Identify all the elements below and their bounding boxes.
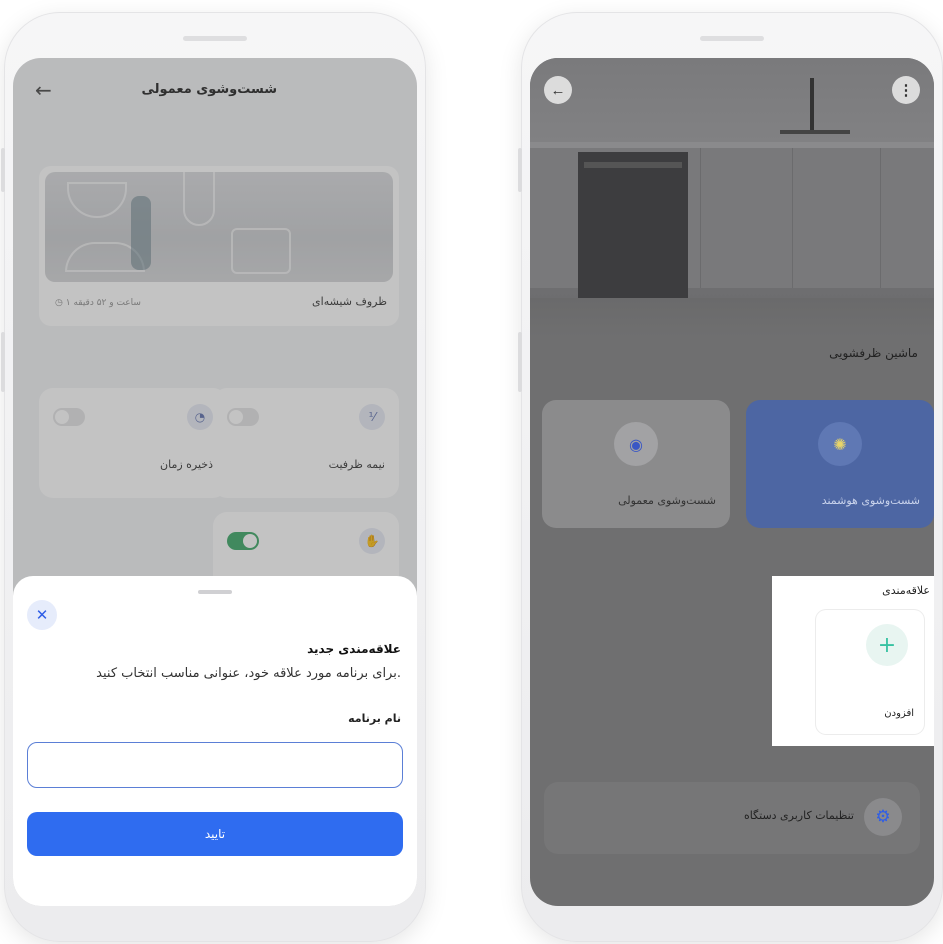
program-details-screen: ← شست‌وشوی معمولی ظروف شیشه‌ای ◷ ۱ ساعت … bbox=[13, 58, 417, 906]
program-name-input[interactable] bbox=[27, 742, 403, 788]
confirm-button[interactable]: تایید bbox=[27, 812, 403, 856]
dishwasher-image bbox=[578, 152, 688, 302]
phone-side-button bbox=[518, 332, 522, 392]
dishwasher-screen: ← ⋮ ماشین ظرفشویی ✺ شست‌وشوی هوشمند ◉ شس… bbox=[530, 58, 934, 906]
smart-bulb-icon: ✺ bbox=[818, 422, 862, 466]
arrow-left-icon: ← bbox=[550, 81, 566, 99]
wash-icon: ◉ bbox=[614, 422, 658, 466]
sheet-drag-handle[interactable] bbox=[198, 590, 232, 594]
add-favorite-card[interactable]: + افزودن bbox=[816, 610, 924, 734]
close-icon: ✕ bbox=[35, 607, 49, 624]
phone-side-button bbox=[518, 148, 522, 192]
phone-right: ← ⋮ ماشین ظرفشویی ✺ شست‌وشوی هوشمند ◉ شس… bbox=[518, 12, 943, 942]
menu-button[interactable]: ⋮ bbox=[892, 76, 920, 104]
phone-speaker bbox=[183, 36, 247, 41]
program-name-label: نام برنامه bbox=[348, 712, 401, 725]
plus-icon: + bbox=[866, 624, 908, 666]
device-settings-row[interactable]: ⚙ تنظیمات کاربری دستگاه bbox=[544, 782, 920, 854]
phone-speaker bbox=[700, 36, 764, 41]
mode-smart-wash[interactable]: ✺ شست‌وشوی هوشمند bbox=[746, 400, 934, 528]
add-label: افزودن bbox=[884, 708, 914, 719]
back-button[interactable]: ← bbox=[544, 76, 572, 104]
sheet-description: برای برنامه مورد علاقه خود، عنوانی مناسب… bbox=[96, 666, 401, 681]
sheet-title: علاقه‌مندی جدید bbox=[307, 642, 401, 656]
kitchen-image bbox=[530, 58, 934, 302]
new-favorite-sheet: ✕ علاقه‌مندی جدید برای برنامه مورد علاقه… bbox=[13, 576, 417, 906]
favorites-panel: علاقه‌مندی + افزودن bbox=[772, 576, 934, 746]
kebab-menu-icon: ⋮ bbox=[898, 82, 914, 99]
mode-label: شست‌وشوی معمولی bbox=[618, 494, 716, 507]
close-button[interactable]: ✕ bbox=[27, 600, 57, 630]
phone-left: ← شست‌وشوی معمولی ظروف شیشه‌ای ◷ ۱ ساعت … bbox=[1, 12, 426, 942]
mode-normal-wash[interactable]: ◉ شست‌وشوی معمولی bbox=[542, 400, 730, 528]
section-title: ماشین ظرفشویی bbox=[829, 346, 918, 360]
phone-side-button bbox=[1, 332, 5, 392]
favorites-title: علاقه‌مندی bbox=[882, 584, 930, 597]
phone-side-button bbox=[1, 148, 5, 192]
gear-icon: ⚙ bbox=[864, 798, 902, 836]
device-settings-label: تنظیمات کاربری دستگاه bbox=[743, 809, 854, 822]
mode-label: شست‌وشوی هوشمند bbox=[821, 494, 920, 507]
